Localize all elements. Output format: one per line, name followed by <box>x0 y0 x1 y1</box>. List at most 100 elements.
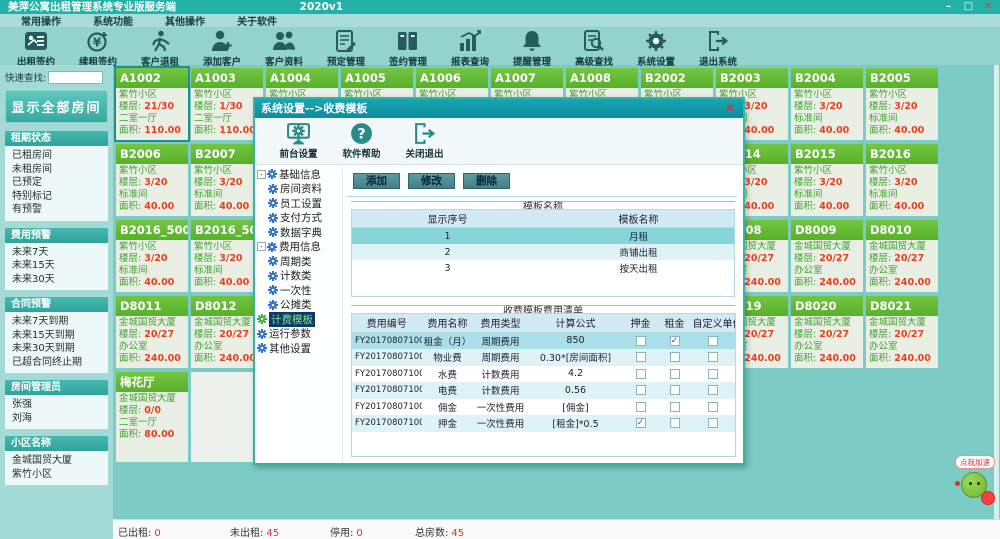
checkbox-unchecked-icon[interactable] <box>636 369 646 379</box>
tree-item-运行参数[interactable]: 运行参数 <box>255 327 342 342</box>
menu-item-2[interactable]: 其他操作 <box>154 13 216 28</box>
checkbox-unchecked-icon[interactable] <box>670 369 680 379</box>
sidebar-item[interactable]: 未来7天到期 <box>12 315 108 329</box>
tree-item-房间资料[interactable]: 房间资料 <box>255 182 342 197</box>
checkbox-unchecked-icon[interactable] <box>708 385 718 395</box>
toolbar-button-高级查找[interactable]: 高级查找 <box>563 27 625 68</box>
toolbar-button-系统设置[interactable]: 系统设置 <box>625 27 687 68</box>
room-card-A1002[interactable]: A1002紫竹小区楼层: 21/30二室一厅面积: 110.00 <box>116 68 188 140</box>
menu-item-3[interactable]: 关于软件 <box>226 13 288 28</box>
fee-table-row[interactable]: FY2017080710001水费计数费用4.2 <box>352 366 736 383</box>
sidebar-item[interactable]: 未来30天到期 <box>12 342 108 356</box>
checkbox-unchecked-icon[interactable] <box>670 402 680 412</box>
dialog-button-软件帮助[interactable]: ? 软件帮助 <box>330 118 393 164</box>
room-card-D8010[interactable]: D8010金城国贸大厦楼层: 20/27办公室面积: 240.00 <box>866 220 938 292</box>
toolbar-button-签约管理[interactable]: 签约管理 <box>377 27 439 68</box>
tree-item-计数类[interactable]: 计数类 <box>255 269 342 284</box>
sidebar-item[interactable]: 未来7天 <box>12 246 108 260</box>
dialog-title-bar[interactable]: 系统设置-->收费模板 ✕ <box>255 99 743 118</box>
toolbar-button-客户退租[interactable]: 客户退租 <box>129 27 191 68</box>
tree-item-员工设置[interactable]: 员工设置 <box>255 196 342 211</box>
column-header[interactable]: 模板名称 <box>543 210 735 228</box>
tree-item-基础信息[interactable]: -基础信息 <box>255 167 342 182</box>
column-header[interactable]: 租金 <box>658 314 692 333</box>
mascot-widget[interactable]: 点我加速 <box>953 455 999 515</box>
toolbar-button-出租签约[interactable]: 出租签约 <box>5 27 67 68</box>
maximize-icon[interactable]: □ <box>963 2 974 13</box>
room-card-B2016_5001[interactable]: B2016_5001紫竹小区楼层: 3/20标准间面积: 40.00 <box>116 220 188 292</box>
checkbox-unchecked-icon[interactable] <box>636 385 646 395</box>
close-icon[interactable]: ✕ <box>983 2 994 13</box>
sidebar-item[interactable]: 未来15天到期 <box>12 329 108 343</box>
fee-table-row[interactable]: FY2017080710003物业费周期费用0.30*[房间面积] <box>352 349 736 366</box>
fee-table-row[interactable]: FY2017080710002电费计数费用0.56 <box>352 382 736 399</box>
tree-item-费用信息[interactable]: -费用信息 <box>255 240 342 255</box>
table-row[interactable]: 2商铺出租 <box>352 244 735 260</box>
fee-table-row[interactable]: FY2017080710001押金一次性费用[租金]*0.5 ✓ <box>352 415 736 432</box>
checkbox-checked-icon[interactable]: ✓ <box>670 336 680 346</box>
sidebar-item[interactable]: 未来15天 <box>12 259 108 273</box>
sidebar-item[interactable]: 紫竹小区 <box>12 468 108 482</box>
show-all-rooms-button[interactable]: 显示全部房间 <box>5 90 108 123</box>
tree-item-计费模板[interactable]: 计费模板 <box>255 312 342 327</box>
tree-item-其他设置[interactable]: 其他设置 <box>255 341 342 356</box>
toolbar-button-预定管理[interactable]: 预定管理 <box>315 27 377 68</box>
checkbox-unchecked-icon[interactable] <box>708 418 718 428</box>
sidebar-item[interactable]: 特别标记 <box>12 190 108 204</box>
room-card-B2006[interactable]: B2006紫竹小区楼层: 3/20标准间面积: 40.00 <box>116 144 188 216</box>
column-header[interactable]: 显示序号 <box>352 210 544 228</box>
table-row[interactable]: 3按天出租 <box>352 260 735 276</box>
sidebar-item[interactable]: 刘海 <box>12 412 108 426</box>
column-header[interactable]: 押金 <box>624 314 658 333</box>
room-card-D8020[interactable]: D8020金城国贸大厦楼层: 20/27办公室面积: 240.00 <box>791 296 863 368</box>
dialog-action-button-删除[interactable]: 删除 <box>463 173 510 189</box>
checkbox-unchecked-icon[interactable] <box>636 336 646 346</box>
sidebar-item[interactable]: 已租房间 <box>12 149 108 163</box>
checkbox-checked-icon[interactable]: ✓ <box>636 418 646 428</box>
quick-search-input[interactable] <box>48 71 103 84</box>
dialog-button-关闭退出[interactable]: 关闭退出 <box>393 118 456 164</box>
sidebar-item[interactable]: 张强 <box>12 398 108 412</box>
dialog-button-前台设置[interactable]: 前台设置 <box>267 118 330 164</box>
sidebar-item[interactable]: 已超合同终止期 <box>12 356 108 370</box>
room-card-D8011[interactable]: D8011金城国贸大厦楼层: 20/27办公室面积: 240.00 <box>116 296 188 368</box>
room-card-B2015[interactable]: B2015紫竹小区楼层: 3/20标准间面积: 40.00 <box>791 144 863 216</box>
checkbox-unchecked-icon[interactable] <box>670 418 680 428</box>
room-card-B2016[interactable]: B2016紫竹小区楼层: 3/20标准间面积: 40.00 <box>866 144 938 216</box>
minimize-icon[interactable]: – <box>943 2 954 13</box>
checkbox-unchecked-icon[interactable] <box>636 402 646 412</box>
tree-expand-icon[interactable]: - <box>257 170 266 179</box>
room-card-B2005[interactable]: B2005紫竹小区楼层: 3/20标准间面积: 40.00 <box>866 68 938 140</box>
table-row[interactable]: 1月租 <box>352 228 735 245</box>
column-header[interactable]: 费用类型 <box>474 314 528 333</box>
fee-table-row[interactable]: FY2017080710001租金（月）周期费用850 ✓ <box>352 332 736 349</box>
dialog-action-button-添加[interactable]: 添加 <box>353 173 400 189</box>
checkbox-unchecked-icon[interactable] <box>670 352 680 362</box>
sidebar-item[interactable]: 未租房间 <box>12 163 108 177</box>
sidebar-item[interactable]: 金城国贸大厦 <box>12 454 108 468</box>
checkbox-unchecked-icon[interactable] <box>708 336 718 346</box>
tree-item-数据字典[interactable]: 数据字典 <box>255 225 342 240</box>
checkbox-unchecked-icon[interactable] <box>670 385 680 395</box>
toolbar-button-客户资料[interactable]: 客户资料 <box>253 27 315 68</box>
tree-item-周期类[interactable]: 周期类 <box>255 254 342 269</box>
menu-item-1[interactable]: 系统功能 <box>82 13 144 28</box>
tree-expand-icon[interactable]: - <box>257 242 266 251</box>
dialog-action-button-修改[interactable]: 修改 <box>408 173 455 189</box>
checkbox-unchecked-icon[interactable] <box>708 402 718 412</box>
toolbar-button-退出系统[interactable]: 退出系统 <box>687 27 749 68</box>
toolbar-button-报表查询[interactable]: 报表查询 <box>439 27 501 68</box>
column-header[interactable]: 自定义单价 <box>692 314 736 333</box>
column-header[interactable]: 费用名称 <box>422 314 474 333</box>
menu-item-0[interactable]: 常用操作 <box>10 13 72 28</box>
checkbox-unchecked-icon[interactable] <box>708 369 718 379</box>
checkbox-unchecked-icon[interactable] <box>708 352 718 362</box>
room-card-B2004[interactable]: B2004紫竹小区楼层: 3/20标准间面积: 40.00 <box>791 68 863 140</box>
toolbar-button-提醒管理[interactable]: 提醒管理 <box>501 27 563 68</box>
tree-item-一次性[interactable]: 一次性 <box>255 283 342 298</box>
column-header[interactable]: 费用编号 <box>352 314 422 333</box>
vertical-scrollbar[interactable] <box>994 65 999 519</box>
tree-item-公摊类[interactable]: 公摊类 <box>255 298 342 313</box>
column-header[interactable]: 计算公式 <box>528 314 624 333</box>
toolbar-button-添加客户[interactable]: 添加客户 <box>191 27 253 68</box>
